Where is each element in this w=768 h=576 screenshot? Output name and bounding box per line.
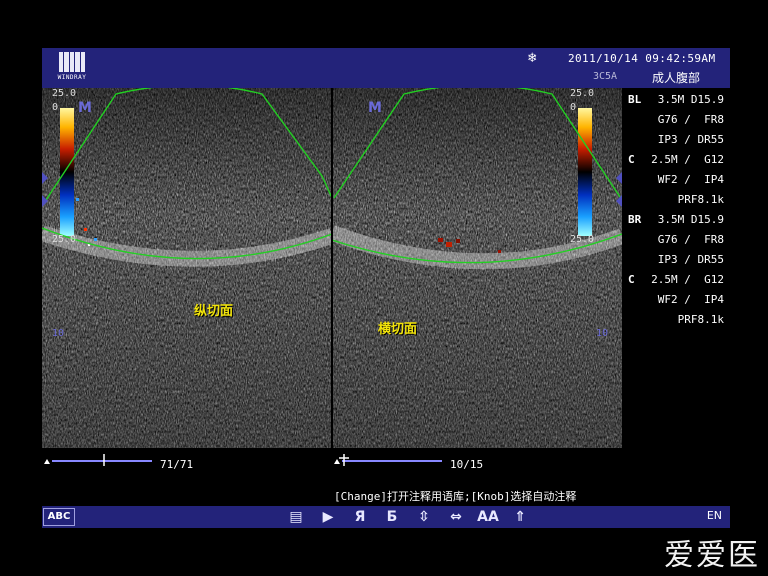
right-cine-bar[interactable]: 10/15 [332,448,622,472]
bottom-toolbar: ABC ▤ ▶ Я Ƃ ⇳ ⇔ AA ⇑ EN [42,506,730,528]
left-cine-counter: 71/71 [160,458,194,471]
left-cine-bar[interactable]: 71/71 [42,448,332,472]
param-row: G76 / FR8 [657,233,724,246]
up-arrow-icon[interactable]: ⇑ [510,507,530,527]
parameter-panel: BL 3.5M D15.9 G76 / FR8 IP3 / DR55 C 2.5M … [624,90,730,330]
right-scale-top: 25.0 [570,88,595,99]
logo-text: WINDRAY [57,74,87,81]
right-depth-mark: 10 [596,328,609,339]
freeze-snowflake-icon: ❄ [528,50,537,66]
annotation-transverse[interactable]: 横切面 [378,318,417,337]
dual-b-mode-images: M M [42,88,622,448]
left-scale-bottom: 25.0 [52,234,77,245]
probe-label: 3C5A [593,71,618,82]
param-row: BR 3.5M D15.9 [628,213,724,226]
param-row: IP3 / DR55 [657,253,724,266]
param-row: PRF8.1k [677,313,724,326]
right-cine-counter: 10/15 [450,458,484,471]
language-indicator[interactable]: EN [707,509,722,522]
left-depth-mark: 10 [52,328,65,339]
annotation-longitudinal[interactable]: 纵切面 [194,300,233,319]
param-row: C 2.5M / G12 [628,153,724,166]
left-image [42,88,332,448]
left-scale-top: 25.0 [52,88,77,99]
watermark-logo: 爱爱医 [664,538,760,573]
header-bar: WINDRAY ❄ 2011/10/14 09:42:59AM 3C5A 成人腹… [42,48,730,88]
param-row: WF2 / IP4 [657,293,724,306]
param-row: PRF8.1k [677,193,724,206]
right-scale-bottom: 25.0 [570,234,595,245]
ultrasound-image-area[interactable]: M M 25.0 0 25.0 25.0 0 25.0 10 10 纵切面 横切… [42,88,622,448]
resize-icon[interactable]: ⇔ [446,507,466,527]
right-scale-zero: 0 [570,102,577,113]
param-row: WF2 / IP4 [657,173,724,186]
annotation-hint: [Change]打开注释用语库;[Knob]选择自动注释 [334,490,577,503]
orientation-marker-right: M [368,100,382,116]
letter-b-icon[interactable]: Ƃ [382,507,402,527]
orientation-marker-left: M [78,100,92,116]
letter-r-icon[interactable]: Я [350,507,370,527]
windray-logo: WINDRAY [52,52,92,84]
arrow-icon[interactable]: ▶ [318,507,338,527]
right-image [332,88,622,448]
exam-preset[interactable]: 成人腹部 [652,69,700,86]
datetime: 2011/10/14 09:42:59AM [568,52,716,65]
left-scale-zero: 0 [52,102,59,113]
abc-button[interactable]: ABC [43,508,75,526]
param-row: G76 / FR8 [657,113,724,126]
param-row: BL 3.5M D15.9 [628,93,724,106]
move-icon[interactable]: ⇳ [414,507,434,527]
text-icon[interactable]: ▤ [286,507,306,527]
param-row: IP3 / DR55 [657,133,724,146]
font-size-icon[interactable]: AA [477,507,499,527]
param-row: C 2.5M / G12 [628,273,724,286]
